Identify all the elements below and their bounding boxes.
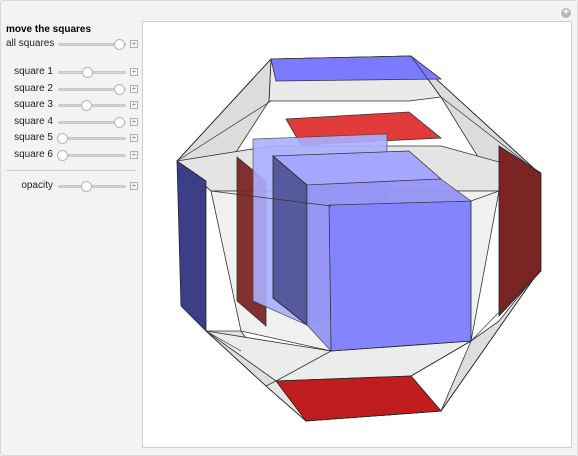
slider-thumb[interactable] [80, 181, 92, 192]
slider-label: square 5 [14, 132, 53, 143]
slider-label: all squares [6, 38, 55, 49]
3d-viewport[interactable] [142, 21, 572, 448]
slider-label: square 1 [14, 66, 53, 77]
slider-row-square-2: square 2 + [0, 82, 140, 96]
top-blue-square [270, 55, 443, 82]
square-4-slider[interactable] [58, 117, 126, 128]
slider-label: opacity [21, 180, 53, 191]
expand-controls-button[interactable]: + [130, 101, 138, 109]
slider-label: square 3 [14, 99, 53, 110]
cube-front [328, 200, 472, 352]
square-5-slider[interactable] [56, 133, 126, 144]
control-panel: move the squares all squares + square 1 … [0, 0, 140, 456]
slider-thumb[interactable] [113, 84, 125, 95]
slider-label: square 4 [14, 116, 53, 127]
square-3-slider[interactable] [58, 100, 126, 111]
slider-row-all-squares: all squares + [0, 37, 140, 51]
slider-thumb[interactable] [82, 67, 94, 78]
expand-controls-button[interactable]: + [130, 134, 138, 142]
expand-controls-button[interactable]: + [130, 85, 138, 93]
slider-label: square 6 [14, 149, 53, 160]
slider-row-square-5: square 5 + [0, 131, 140, 145]
expand-controls-button[interactable]: + [130, 118, 138, 126]
left-blue-square [176, 160, 207, 332]
square-6-slider[interactable] [56, 150, 126, 161]
square-1-slider[interactable] [58, 67, 126, 78]
slider-row-opacity: opacity + [0, 179, 140, 193]
square-2-slider[interactable] [58, 84, 126, 95]
slider-label: square 2 [14, 83, 53, 94]
controls-title: move the squares [6, 24, 92, 35]
slider-thumb[interactable] [80, 100, 92, 111]
add-bookmark-icon[interactable]: + [561, 8, 571, 18]
slider-thumb[interactable] [56, 133, 68, 144]
slider-row-square-3: square 3 + [0, 98, 140, 112]
all-squares-slider[interactable] [58, 39, 126, 50]
slider-row-square-1: square 1 + [0, 65, 140, 79]
expand-controls-button[interactable]: + [130, 182, 138, 190]
slider-thumb[interactable] [56, 150, 68, 161]
expand-controls-button[interactable]: + [130, 68, 138, 76]
polyhedron-graphic[interactable] [143, 22, 571, 447]
divider [6, 170, 136, 171]
slider-row-square-4: square 4 + [0, 115, 140, 129]
slider-thumb[interactable] [113, 39, 125, 50]
cube-side [272, 155, 308, 326]
opacity-slider[interactable] [58, 181, 126, 192]
slider-row-square-6: square 6 + [0, 148, 140, 162]
expand-controls-button[interactable]: + [130, 151, 138, 159]
expand-controls-button[interactable]: + [130, 40, 138, 48]
slider-thumb[interactable] [113, 117, 125, 128]
bottom-red-square [275, 375, 442, 422]
